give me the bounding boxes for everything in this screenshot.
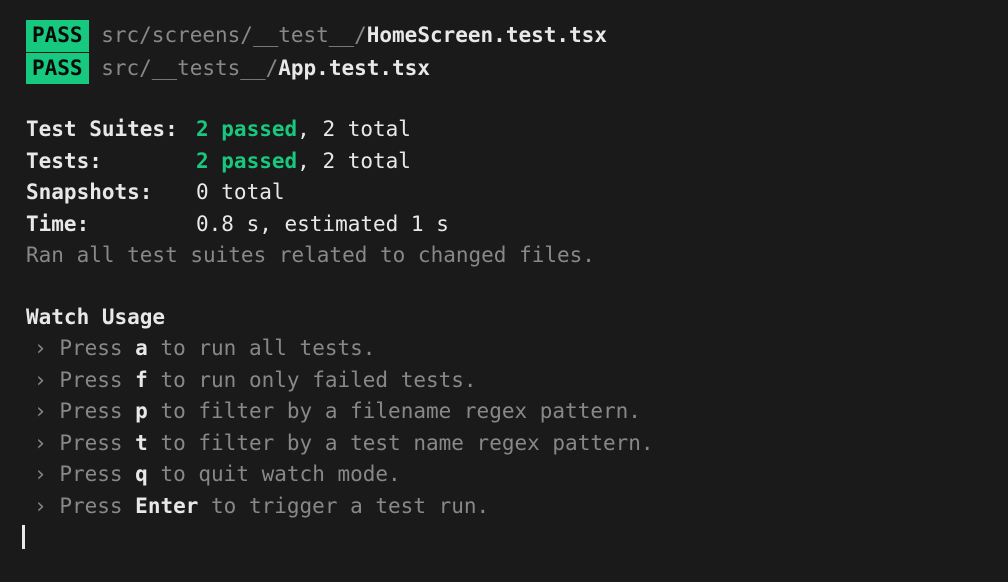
watch-item: › Press a to run all tests. xyxy=(26,333,982,365)
watch-key[interactable]: a xyxy=(135,336,148,360)
summary-passed: 2 passed xyxy=(196,117,297,141)
summary-label: Test Suites: xyxy=(26,114,196,146)
test-path: src/__tests__/App.test.tsx xyxy=(101,56,430,80)
watch-key[interactable]: Enter xyxy=(135,494,198,518)
bullet-icon: › xyxy=(34,399,47,423)
summary-section: Test Suites: 2 passed, 2 total Tests: 2 … xyxy=(26,114,982,272)
watch-desc: to run all tests. xyxy=(148,336,376,360)
bullet-icon: › xyxy=(34,336,47,360)
summary-value: 0.8 s, estimated 1 s xyxy=(196,209,449,241)
watch-item: › Press q to quit watch mode. xyxy=(26,459,982,491)
watch-key[interactable]: p xyxy=(135,399,148,423)
pass-badge: PASS xyxy=(26,20,89,52)
path-filename: HomeScreen.test.tsx xyxy=(367,23,607,47)
summary-total: , 2 total xyxy=(297,149,411,173)
summary-total: , 2 total xyxy=(297,117,411,141)
bullet-icon: › xyxy=(34,462,47,486)
summary-ran-text: Ran all test suites related to changed f… xyxy=(26,240,982,272)
watch-desc: to quit watch mode. xyxy=(148,462,401,486)
bullet-icon: › xyxy=(34,368,47,392)
pass-badge: PASS xyxy=(26,53,89,85)
watch-desc: to filter by a filename regex pattern. xyxy=(148,399,641,423)
watch-usage-title: Watch Usage xyxy=(26,302,982,334)
watch-key[interactable]: q xyxy=(135,462,148,486)
summary-label: Snapshots: xyxy=(26,177,196,209)
test-results: PASS src/screens/__test__/HomeScreen.tes… xyxy=(26,20,982,84)
summary-label: Tests: xyxy=(26,146,196,178)
watch-usage-section: Watch Usage › Press a to run all tests. … xyxy=(26,302,982,554)
watch-item: › Press Enter to trigger a test run. xyxy=(26,491,982,523)
watch-key[interactable]: t xyxy=(135,431,148,455)
summary-test-suites: Test Suites: 2 passed, 2 total xyxy=(26,114,982,146)
summary-value: 0 total xyxy=(196,177,285,209)
bullet-icon: › xyxy=(34,431,47,455)
test-path: src/screens/__test__/HomeScreen.test.tsx xyxy=(101,23,607,47)
bullet-icon: › xyxy=(34,494,47,518)
summary-snapshots: Snapshots: 0 total xyxy=(26,177,982,209)
summary-tests: Tests: 2 passed, 2 total xyxy=(26,146,982,178)
summary-time: Time: 0.8 s, estimated 1 s xyxy=(26,209,982,241)
test-result-line: PASS src/__tests__/App.test.tsx xyxy=(26,53,982,85)
watch-item: › Press t to filter by a test name regex… xyxy=(26,428,982,460)
watch-desc: to filter by a test name regex pattern. xyxy=(148,431,654,455)
path-prefix: src/__tests__/ xyxy=(101,56,278,80)
path-filename: App.test.tsx xyxy=(278,56,430,80)
watch-desc: to run only failed tests. xyxy=(148,368,477,392)
watch-item: › Press p to filter by a filename regex … xyxy=(26,396,982,428)
watch-key[interactable]: f xyxy=(135,368,148,392)
cursor-line[interactable] xyxy=(26,522,982,554)
test-result-line: PASS src/screens/__test__/HomeScreen.tes… xyxy=(26,20,982,52)
path-prefix: src/screens/__test__/ xyxy=(101,23,367,47)
summary-label: Time: xyxy=(26,209,196,241)
watch-desc: to trigger a test run. xyxy=(198,494,489,518)
summary-passed: 2 passed xyxy=(196,149,297,173)
watch-item: › Press f to run only failed tests. xyxy=(26,365,982,397)
cursor-icon xyxy=(22,525,25,549)
